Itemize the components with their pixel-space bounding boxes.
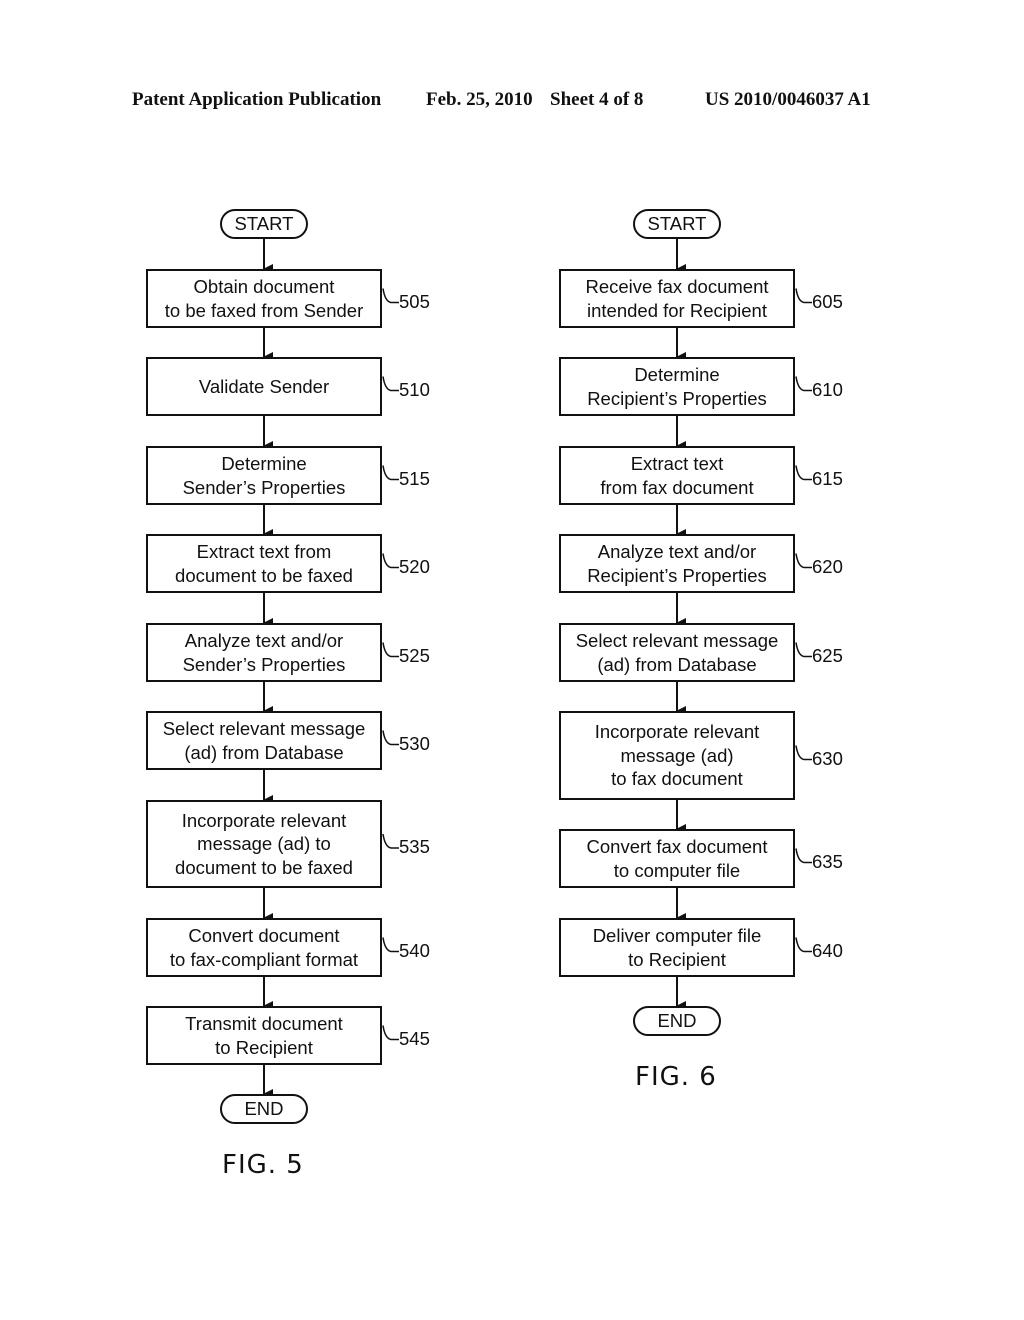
fig6-ref-number: 630 xyxy=(812,747,843,769)
fig6-ref-number: 615 xyxy=(812,467,843,489)
fig6-step-box: Extract text from fax document xyxy=(559,446,795,505)
fig5-ref-leader xyxy=(382,833,399,849)
fig5-step-box: Transmit document to Recipient xyxy=(146,1006,382,1065)
fig6-ref-leader xyxy=(795,745,812,761)
fig5-caption: FIG. 5 xyxy=(222,1150,304,1180)
fig5-ref-leader xyxy=(382,730,399,746)
fig6-step-box: Incorporate relevant message (ad) to fax… xyxy=(559,711,795,800)
fig6-ref-leader xyxy=(795,376,812,392)
fig5-step-box: Determine Sender’s Properties xyxy=(146,446,382,505)
fig5-ref-number: 520 xyxy=(399,555,430,577)
fig6-end-terminal: END xyxy=(633,1006,721,1036)
fig5-ref-leader xyxy=(382,465,399,481)
fig5-ref-leader xyxy=(382,937,399,953)
fig5-step-box: Extract text from document to be faxed xyxy=(146,534,382,593)
fig6-caption: FIG. 6 xyxy=(635,1062,717,1092)
fig5-end-terminal: END xyxy=(220,1094,308,1124)
fig5-ref-leader xyxy=(382,376,399,392)
fig5-step-box: Incorporate relevant message (ad) to doc… xyxy=(146,800,382,888)
fig6-ref-number: 625 xyxy=(812,644,843,666)
fig5-step-box: Convert document to fax-compliant format xyxy=(146,918,382,977)
fig5-ref-number: 535 xyxy=(399,836,430,857)
fig6-step-box: Select relevant message (ad) from Databa… xyxy=(559,623,795,682)
fig5-start-terminal: START xyxy=(220,209,308,239)
fig6-ref-number: 610 xyxy=(812,378,843,400)
fig6-ref-leader xyxy=(795,288,812,304)
fig6-ref-leader xyxy=(795,848,812,864)
fig6-ref-number: 605 xyxy=(812,290,843,312)
fig5-ref-leader xyxy=(382,642,399,658)
fig6-ref-number: 635 xyxy=(812,850,843,872)
fig5-step-box: Analyze text and/or Sender’s Properties xyxy=(146,623,382,682)
fig5-ref-number: 545 xyxy=(399,1027,430,1049)
fig5-ref-number: 510 xyxy=(399,378,430,400)
fig6-step-box: Convert fax document to computer file xyxy=(559,829,795,888)
fig6-ref-number: 620 xyxy=(812,555,843,577)
fig5-ref-number: 525 xyxy=(399,644,430,666)
fig5-step-box: Select relevant message (ad) from Databa… xyxy=(146,711,382,770)
fig5-ref-leader xyxy=(382,553,399,569)
fig6-ref-number: 640 xyxy=(812,939,843,961)
fig5-step-box: Validate Sender xyxy=(146,357,382,416)
fig6-step-box: Receive fax document intended for Recipi… xyxy=(559,269,795,328)
fig5-step-box: Obtain document to be faxed from Sender xyxy=(146,269,382,328)
fig5-ref-number: 505 xyxy=(399,290,430,312)
fig5-ref-leader xyxy=(382,1025,399,1041)
fig6-ref-leader xyxy=(795,553,812,569)
fig5-ref-leader xyxy=(382,288,399,304)
fig5-ref-number: 530 xyxy=(399,732,430,754)
fig5-ref-number: 515 xyxy=(399,467,430,489)
fig6-ref-leader xyxy=(795,937,812,953)
fig6-step-box: Deliver computer file to Recipient xyxy=(559,918,795,977)
fig6-step-box: Determine Recipient’s Properties xyxy=(559,357,795,416)
fig6-start-terminal: START xyxy=(633,209,721,239)
fig5-ref-number: 540 xyxy=(399,939,430,961)
fig6-step-box: Analyze text and/or Recipient’s Properti… xyxy=(559,534,795,593)
fig6-ref-leader xyxy=(795,642,812,658)
fig6-ref-leader xyxy=(795,465,812,481)
